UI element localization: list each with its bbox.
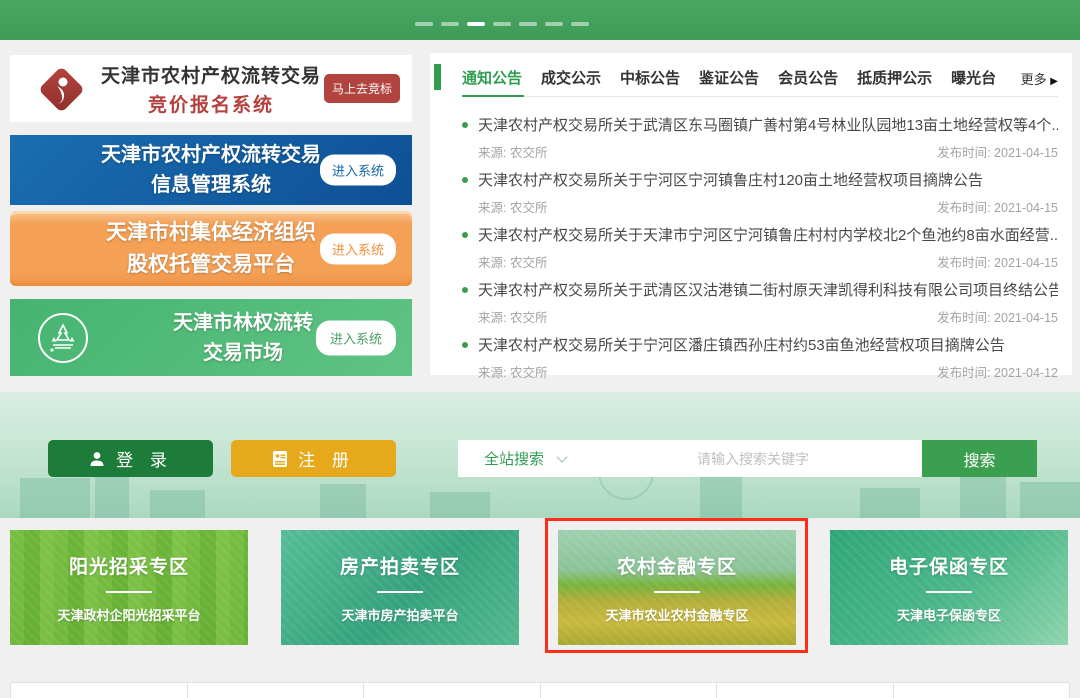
carousel-dash[interactable] — [441, 22, 459, 26]
bottom-cell[interactable] — [894, 683, 1070, 698]
announcements-tabbar: 通知公告 成交公示 中标公告 鉴证公告 会员公告 抵质押公示 曝光台 更多 ▶ — [430, 60, 1072, 96]
bullet-icon — [462, 342, 468, 348]
carousel-dash-active[interactable] — [467, 22, 485, 26]
announcement-meta: 来源: 农交所 发布时间: 2021-04-12 — [478, 362, 1058, 381]
register-button[interactable]: 注 册 — [231, 440, 396, 477]
list-item[interactable]: 天津农村产权交易所关于天津市宁河区宁河镇鲁庄村村内学校北2个鱼池约8亩水面经营.… — [462, 217, 1058, 272]
bullet-icon — [462, 287, 468, 293]
tab-notice[interactable]: 通知公告 — [462, 67, 522, 90]
tree-icon — [38, 313, 88, 363]
announcement-list: 天津农村产权交易所关于武清区东马圈镇广善村第4号林业队园地13亩土地经营权等4个… — [430, 97, 1072, 382]
page: 天津市农村产权流转交易 竞价报名系统 马上去竞标 天津市农村产权流转交易 信息管… — [0, 0, 1080, 698]
tab-deals[interactable]: 成交公示 — [541, 67, 601, 90]
forest-rights-banner[interactable]: 天津市林权流转 交易市场 进入系统 — [10, 299, 412, 376]
announcements-panel: 通知公告 成交公示 中标公告 鉴证公告 会员公告 抵质押公示 曝光台 更多 ▶ … — [430, 53, 1072, 375]
carousel-dash[interactable] — [571, 22, 589, 26]
banner-title: 天津市林权流转 交易市场 — [109, 308, 313, 368]
bullet-icon — [462, 122, 468, 128]
announcement-title[interactable]: 天津农村产权交易所关于宁河区潘庄镇西孙庄村约53亩鱼池经营权项目摘牌公告 — [478, 334, 1005, 355]
announcement-title[interactable]: 天津农村产权交易所关于宁河区宁河镇鲁庄村120亩土地经营权项目摘牌公告 — [478, 169, 983, 190]
announcement-meta: 来源: 农交所 发布时间: 2021-04-15 — [478, 252, 1058, 271]
search-bar: 全站搜索 — [458, 440, 922, 477]
tab-winning-bids[interactable]: 中标公告 — [620, 67, 680, 90]
divider — [377, 591, 423, 593]
carousel-indicators — [415, 22, 589, 26]
chevron-down-icon — [556, 451, 567, 462]
bottom-links-strip — [10, 682, 1070, 698]
list-item[interactable]: 天津农村产权交易所关于武清区汉沽港镇二街村原天津凯得利科技有限公司项目终结公告 … — [462, 272, 1058, 327]
tab-accent-bar — [434, 64, 441, 90]
tab-certification[interactable]: 鉴证公告 — [699, 67, 759, 90]
info-management-banner[interactable]: 天津市农村产权流转交易 信息管理系统 进入系统 — [10, 135, 412, 205]
list-item[interactable]: 天津农村产权交易所关于宁河区宁河镇鲁庄村120亩土地经营权项目摘牌公告 来源: … — [462, 162, 1058, 217]
zone-card-e-guarantee[interactable]: 电子保函专区 天津电子保函专区 — [830, 530, 1068, 645]
announcement-title[interactable]: 天津农村产权交易所关于武清区汉沽港镇二街村原天津凯得利科技有限公司项目终结公告 — [478, 279, 1058, 300]
go-bid-button[interactable]: 马上去竞标 — [324, 74, 400, 103]
bidding-system-card: 天津市农村产权流转交易 竞价报名系统 马上去竞标 — [10, 55, 412, 122]
divider — [106, 591, 152, 593]
bottom-cell[interactable] — [541, 683, 718, 698]
bottom-cell[interactable] — [11, 683, 188, 698]
announcement-meta: 来源: 农交所 发布时间: 2021-04-15 — [478, 307, 1058, 326]
tab-pledge[interactable]: 抵质押公示 — [857, 67, 932, 90]
announcement-meta: 来源: 农交所 发布时间: 2021-04-15 — [478, 197, 1058, 216]
site-logo-icon — [38, 66, 84, 112]
carousel-dash[interactable] — [493, 22, 511, 26]
carousel-dash[interactable] — [519, 22, 537, 26]
enter-system-button-blue[interactable]: 进入系统 — [320, 155, 396, 186]
announcement-meta: 来源: 农交所 发布时间: 2021-04-15 — [478, 142, 1058, 161]
bottom-cell[interactable] — [364, 683, 541, 698]
tab-members[interactable]: 会员公告 — [778, 67, 838, 90]
tab-exposure[interactable]: 曝光台 — [951, 67, 996, 90]
bottom-cell[interactable] — [717, 683, 894, 698]
divider — [654, 591, 700, 593]
carousel-dash[interactable] — [545, 22, 563, 26]
zone-card-sunshine-procurement[interactable]: 阳光招采专区 天津政村企阳光招采平台 — [10, 530, 248, 645]
active-tab-underline — [462, 95, 524, 97]
bottom-cell[interactable] — [188, 683, 365, 698]
list-item[interactable]: 天津农村产权交易所关于武清区东马圈镇广善村第4号林业队园地13亩土地经营权等4个… — [462, 107, 1058, 162]
search-button[interactable]: 搜索 — [922, 440, 1037, 477]
enter-system-button-green[interactable]: 进入系统 — [316, 320, 396, 355]
list-item[interactable]: 天津农村产权交易所关于宁河区潘庄镇西孙庄村约53亩鱼池经营权项目摘牌公告 来源:… — [462, 327, 1058, 382]
bullet-icon — [462, 232, 468, 238]
divider — [926, 591, 972, 593]
zone-card-rural-finance[interactable]: 农村金融专区 天津市农业农村金融专区 — [558, 530, 796, 645]
top-carousel-banner — [0, 0, 1080, 40]
announcement-title[interactable]: 天津农村产权交易所关于天津市宁河区宁河镇鲁庄村村内学校北2个鱼池约8亩水面经营.… — [478, 224, 1058, 245]
carousel-dash[interactable] — [415, 22, 433, 26]
equity-platform-banner[interactable]: 天津市村集体经济组织 股权托管交易平台 进入系统 — [10, 211, 412, 286]
site-title-line2: 竞价报名系统 — [98, 90, 324, 117]
site-title-line1: 天津市农村产权流转交易 — [98, 61, 324, 88]
search-input[interactable] — [584, 451, 922, 467]
bullet-icon — [462, 177, 468, 183]
search-scope-select[interactable]: 全站搜索 — [458, 448, 584, 469]
banner-title: 天津市农村产权流转交易 信息管理系统 — [101, 140, 321, 200]
tabbar-divider — [462, 96, 1058, 97]
zone-card-property-auction[interactable]: 房产拍卖专区 天津市房产拍卖平台 — [281, 530, 519, 645]
more-link[interactable]: 更多 ▶ — [1021, 69, 1058, 88]
user-icon — [88, 450, 106, 468]
enter-system-button-orange[interactable]: 进入系统 — [320, 233, 396, 264]
login-button[interactable]: 登 录 — [48, 440, 213, 477]
id-card-icon — [272, 450, 288, 468]
more-arrow-icon: ▶ — [1050, 76, 1058, 87]
banner-title: 天津市村集体经济组织 股权托管交易平台 — [106, 217, 316, 280]
site-title: 天津市农村产权流转交易 竞价报名系统 — [98, 61, 324, 117]
announcement-title[interactable]: 天津农村产权交易所关于武清区东马圈镇广善村第4号林业队园地13亩土地经营权等4个… — [478, 114, 1058, 135]
